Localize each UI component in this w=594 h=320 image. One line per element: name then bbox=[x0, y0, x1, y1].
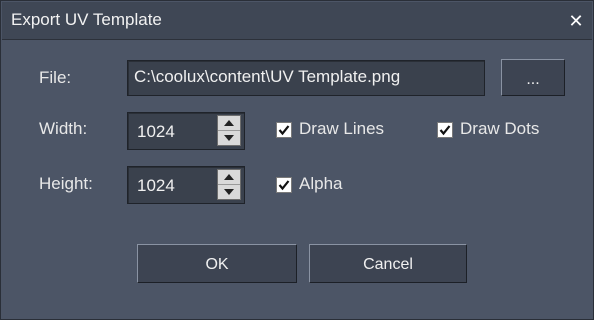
arrow-down-icon bbox=[224, 134, 234, 141]
arrow-down-icon bbox=[224, 188, 234, 195]
height-label: Height: bbox=[39, 174, 93, 193]
height-spin-down-button[interactable] bbox=[218, 185, 240, 200]
cancel-button-label: Cancel bbox=[363, 256, 413, 273]
alpha-checkbox[interactable] bbox=[276, 177, 292, 193]
height-spin-up-button[interactable] bbox=[218, 170, 240, 185]
checkmark-icon bbox=[278, 125, 290, 136]
export-uv-template-dialog: Export UV Template ✕ File: C:\coolux\con… bbox=[0, 0, 594, 320]
checkmark-icon bbox=[278, 180, 290, 191]
draw-dots-label: Draw Dots bbox=[460, 119, 540, 138]
draw-lines-checkbox[interactable] bbox=[276, 122, 292, 138]
browse-button[interactable]: ... bbox=[501, 59, 565, 96]
draw-dots-checkbox[interactable] bbox=[437, 122, 453, 138]
width-spin-up-button[interactable] bbox=[218, 116, 240, 131]
arrow-up-icon bbox=[224, 173, 234, 180]
ok-button[interactable]: OK bbox=[137, 244, 297, 283]
width-spin-down-button[interactable] bbox=[218, 131, 240, 146]
height-spinner[interactable] bbox=[217, 169, 241, 200]
title-bar[interactable]: Export UV Template ✕ bbox=[2, 2, 592, 40]
width-spinner[interactable] bbox=[217, 115, 241, 146]
width-label: Width: bbox=[39, 119, 88, 138]
draw-lines-label: Draw Lines bbox=[299, 119, 385, 138]
file-path-value: C:\coolux\content\UV Template.png bbox=[134, 67, 401, 86]
browse-button-label: ... bbox=[526, 71, 540, 88]
cancel-button[interactable]: Cancel bbox=[309, 244, 467, 283]
dialog-title: Export UV Template bbox=[11, 10, 162, 29]
ok-button-label: OK bbox=[205, 256, 229, 273]
file-label: File: bbox=[39, 68, 72, 87]
alpha-label: Alpha bbox=[299, 174, 343, 193]
arrow-up-icon bbox=[224, 119, 234, 126]
close-icon: ✕ bbox=[568, 11, 584, 31]
checkmark-icon bbox=[439, 125, 451, 136]
file-path-input[interactable]: C:\coolux\content\UV Template.png bbox=[127, 60, 485, 96]
width-value: 1024 bbox=[137, 122, 175, 141]
close-button[interactable]: ✕ bbox=[568, 11, 584, 31]
height-value: 1024 bbox=[137, 176, 175, 195]
